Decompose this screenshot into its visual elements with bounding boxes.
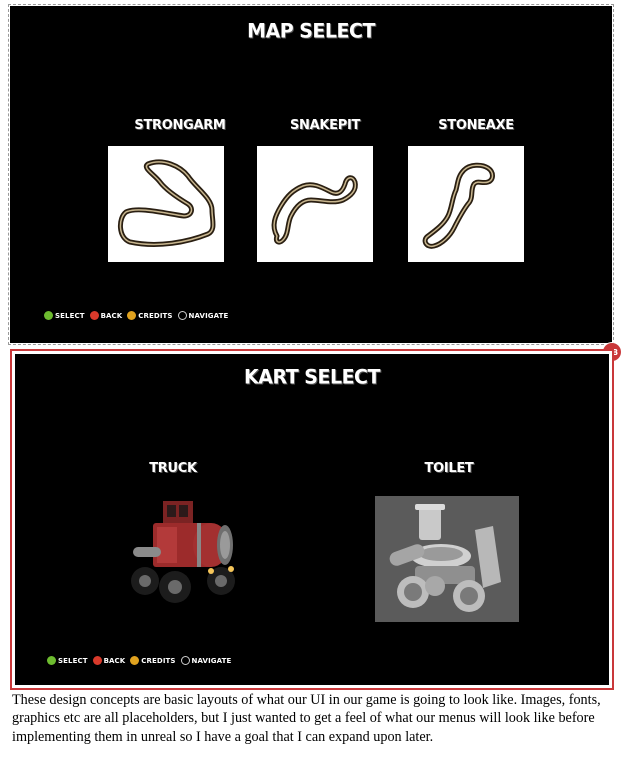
map-label-snakepit: SNAKEPIT — [289, 118, 361, 133]
kart-card-truck[interactable] — [113, 489, 253, 609]
kart-hint-bar: SELECT BACK CREDITS NAVIGATE — [47, 656, 231, 665]
hint-back: BACK — [92, 656, 126, 665]
left-stick-icon — [180, 656, 190, 665]
description-text: These design concepts are basic layouts … — [12, 692, 601, 745]
snakepit-track-icon — [271, 175, 358, 245]
map-select-screen: MAP SELECT STRONGARM SNAKEPIT STONEAXE S… — [8, 4, 614, 345]
kart-card-toilet[interactable] — [375, 496, 519, 622]
map-label-strongarm: STRONGARM — [134, 118, 226, 133]
y-button-icon — [130, 656, 140, 665]
map-card-snakepit[interactable] — [257, 146, 373, 262]
kart-select-frame: KART SELECT TRUCK TOILET SELECT BACK CRE… — [10, 349, 614, 690]
strongarm-track-icon — [118, 159, 216, 247]
kart-label-truck: TRUCK — [149, 461, 197, 476]
hint-select: SELECT — [44, 311, 85, 320]
y-button-icon — [127, 311, 137, 320]
map-card-strongarm[interactable] — [108, 146, 224, 262]
b-button-icon — [89, 311, 99, 320]
a-button-icon — [47, 656, 56, 665]
stoneaxe-track-icon — [422, 162, 495, 249]
kart-label-toilet: TOILET — [424, 461, 474, 476]
b-button-icon — [92, 656, 102, 665]
hint-navigate: NAVIGATE — [177, 311, 229, 320]
hint-back: BACK — [89, 311, 123, 320]
hint-credits: CREDITS — [127, 311, 172, 320]
left-stick-icon — [177, 311, 187, 320]
toilet-kart-icon — [389, 504, 501, 612]
map-card-stoneaxe[interactable] — [408, 146, 524, 262]
a-button-icon — [44, 311, 53, 320]
map-hint-bar: SELECT BACK CREDITS NAVIGATE — [44, 311, 228, 320]
kart-select-title: KART SELECT — [244, 365, 380, 389]
map-select-title: MAP SELECT — [247, 19, 375, 43]
hint-credits: CREDITS — [130, 656, 175, 665]
hint-select: SELECT — [47, 656, 88, 665]
kart-select-screen: KART SELECT TRUCK TOILET SELECT BACK CRE… — [15, 354, 609, 685]
truck-kart-icon — [131, 501, 235, 603]
map-label-stoneaxe: STONEAXE — [438, 118, 514, 133]
hint-navigate: NAVIGATE — [180, 656, 232, 665]
